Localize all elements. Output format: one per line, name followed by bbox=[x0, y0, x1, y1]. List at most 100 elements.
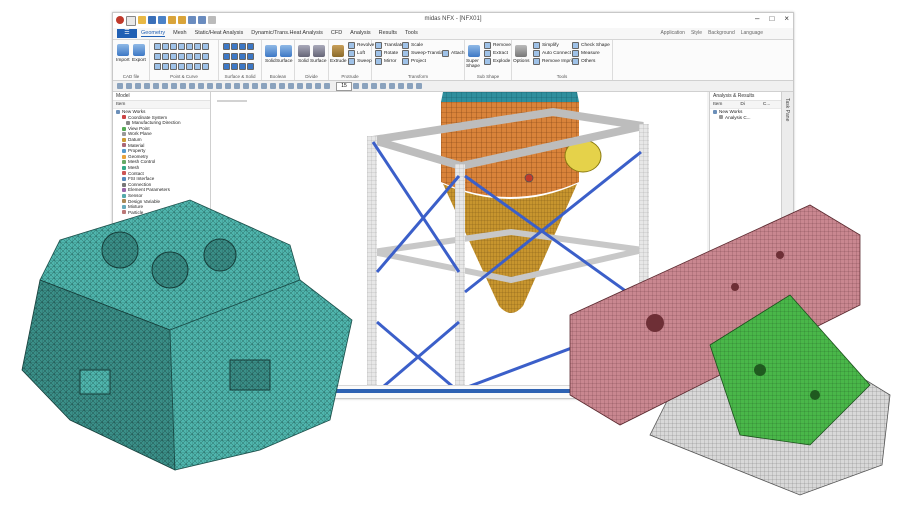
divide-solid-icon[interactable] bbox=[298, 45, 310, 57]
explode-button[interactable]: Explode bbox=[484, 58, 510, 65]
revolve-button[interactable]: Revolve bbox=[348, 42, 374, 49]
tab-static-heat-analysis[interactable]: Static/Heat Analysis bbox=[195, 30, 244, 37]
section-icon[interactable] bbox=[270, 83, 276, 89]
line-icon[interactable] bbox=[162, 43, 169, 50]
extend-icon[interactable] bbox=[202, 53, 209, 60]
arrow-down-icon[interactable] bbox=[306, 83, 312, 89]
hidden-line-icon[interactable] bbox=[261, 83, 267, 89]
spline-icon[interactable] bbox=[154, 53, 161, 60]
helix-icon[interactable] bbox=[194, 63, 201, 70]
options-label[interactable]: Options bbox=[513, 59, 530, 64]
boolean-solid-label[interactable]: Solid bbox=[265, 59, 276, 64]
polyline-icon[interactable] bbox=[162, 53, 169, 60]
tab-dynamic-trans-heat-analysis[interactable]: Dynamic/Trans.Heat Analysis bbox=[251, 30, 323, 37]
tab-mesh[interactable]: Mesh bbox=[173, 30, 186, 37]
rectangle-icon[interactable] bbox=[194, 43, 201, 50]
color-mode-icon[interactable] bbox=[362, 83, 368, 89]
simplify-button[interactable]: Simplify bbox=[533, 42, 559, 49]
remove-button[interactable]: Remove bbox=[484, 42, 511, 49]
tab-cfd[interactable]: CFD bbox=[331, 30, 342, 37]
sweep-translate-button[interactable]: Sweep-Translate bbox=[402, 50, 447, 57]
divide-surface-label[interactable]: Surface bbox=[310, 59, 327, 64]
cylinder-icon[interactable] bbox=[231, 43, 238, 50]
front-view-icon[interactable] bbox=[189, 83, 195, 89]
options-icon[interactable] bbox=[515, 45, 527, 57]
background-menu[interactable]: Background bbox=[708, 30, 735, 36]
zoom-level-select[interactable]: 15 bbox=[336, 82, 352, 91]
divide-solid-label[interactable]: Solid bbox=[298, 59, 309, 64]
sphere-icon[interactable] bbox=[247, 43, 254, 50]
iso-view-icon[interactable] bbox=[216, 83, 222, 89]
project-curve-icon[interactable] bbox=[178, 63, 185, 70]
more-icon[interactable] bbox=[202, 63, 209, 70]
query-icon[interactable] bbox=[407, 83, 413, 89]
redo-view-icon[interactable] bbox=[324, 83, 330, 89]
point-icon[interactable] bbox=[154, 43, 161, 50]
tab-analysis[interactable]: Analysis bbox=[350, 30, 370, 37]
import-button-label[interactable]: Import bbox=[116, 58, 130, 63]
extrude-icon[interactable] bbox=[332, 45, 344, 57]
tab-tools[interactable]: Tools bbox=[405, 30, 418, 37]
scale-button[interactable]: Scale bbox=[402, 42, 423, 49]
boolean-surface-icon[interactable] bbox=[280, 45, 292, 57]
rotate-view-icon[interactable] bbox=[180, 83, 186, 89]
undo-view-icon[interactable] bbox=[315, 83, 321, 89]
chamfer-icon[interactable] bbox=[178, 53, 185, 60]
rotate-button[interactable]: Rotate bbox=[375, 50, 398, 57]
auto-connect-button[interactable]: Auto Connect bbox=[533, 50, 571, 57]
check-shape-button[interactable]: Check Shape bbox=[572, 42, 610, 49]
fill-surface-icon[interactable] bbox=[223, 63, 230, 70]
arc-icon[interactable] bbox=[170, 43, 177, 50]
display-mode-icon[interactable] bbox=[353, 83, 359, 89]
sweep-button[interactable]: Sweep bbox=[348, 58, 372, 65]
offset-icon[interactable] bbox=[186, 53, 193, 60]
shell-icon[interactable] bbox=[239, 63, 246, 70]
ellipse-icon[interactable] bbox=[186, 43, 193, 50]
tab-results[interactable]: Results bbox=[379, 30, 397, 37]
remove-imprint-button[interactable]: Remove Imprint bbox=[533, 58, 576, 65]
zoom-out-icon[interactable] bbox=[153, 83, 159, 89]
shaded-icon[interactable] bbox=[252, 83, 258, 89]
circle-icon[interactable] bbox=[178, 43, 185, 50]
style-menu[interactable]: Style bbox=[691, 30, 702, 36]
file-menu-button[interactable]: ☰ bbox=[117, 29, 137, 38]
thicken-icon[interactable] bbox=[247, 63, 254, 70]
polygon-icon[interactable] bbox=[202, 43, 209, 50]
super-shape-label[interactable]: Super Shape bbox=[466, 59, 480, 69]
measure-button[interactable]: Measure bbox=[572, 50, 600, 57]
curve-on-surface-icon[interactable] bbox=[186, 63, 193, 70]
arrow-right-icon[interactable] bbox=[288, 83, 294, 89]
zoom-fit-icon[interactable] bbox=[135, 83, 141, 89]
surface-patch-icon[interactable] bbox=[247, 53, 254, 60]
translate-button[interactable]: Translate bbox=[375, 42, 404, 49]
trim-icon[interactable] bbox=[194, 53, 201, 60]
cone-icon[interactable] bbox=[239, 43, 246, 50]
boolean-surface-label[interactable]: Surface bbox=[276, 59, 293, 64]
zoom-in-icon[interactable] bbox=[144, 83, 150, 89]
show-hide-icon[interactable] bbox=[398, 83, 404, 89]
wireframe-icon[interactable] bbox=[243, 83, 249, 89]
arrow-up-icon[interactable] bbox=[297, 83, 303, 89]
select-filter-icon[interactable] bbox=[126, 83, 132, 89]
minimize-button[interactable]: – bbox=[755, 14, 759, 23]
light-icon[interactable] bbox=[380, 83, 386, 89]
close-button[interactable]: × bbox=[784, 14, 789, 23]
project-button[interactable]: Project bbox=[402, 58, 426, 65]
capture-icon[interactable] bbox=[416, 83, 422, 89]
attach-button[interactable]: Attach bbox=[442, 50, 465, 57]
merge-icon[interactable] bbox=[170, 63, 177, 70]
axis-icon[interactable] bbox=[234, 83, 240, 89]
zoom-window-icon[interactable] bbox=[162, 83, 168, 89]
split-icon[interactable] bbox=[162, 63, 169, 70]
fillet-icon[interactable] bbox=[170, 53, 177, 60]
intersect-icon[interactable] bbox=[154, 63, 161, 70]
export-button-label[interactable]: Export bbox=[132, 58, 146, 63]
torus-icon[interactable] bbox=[223, 53, 230, 60]
language-menu[interactable]: Language bbox=[741, 30, 763, 36]
export-icon[interactable] bbox=[133, 44, 145, 56]
render-icon[interactable] bbox=[371, 83, 377, 89]
select-icon[interactable] bbox=[117, 83, 123, 89]
transparency-icon[interactable] bbox=[389, 83, 395, 89]
extrude-label[interactable]: Extrude bbox=[330, 59, 347, 64]
divide-surface-icon[interactable] bbox=[313, 45, 325, 57]
